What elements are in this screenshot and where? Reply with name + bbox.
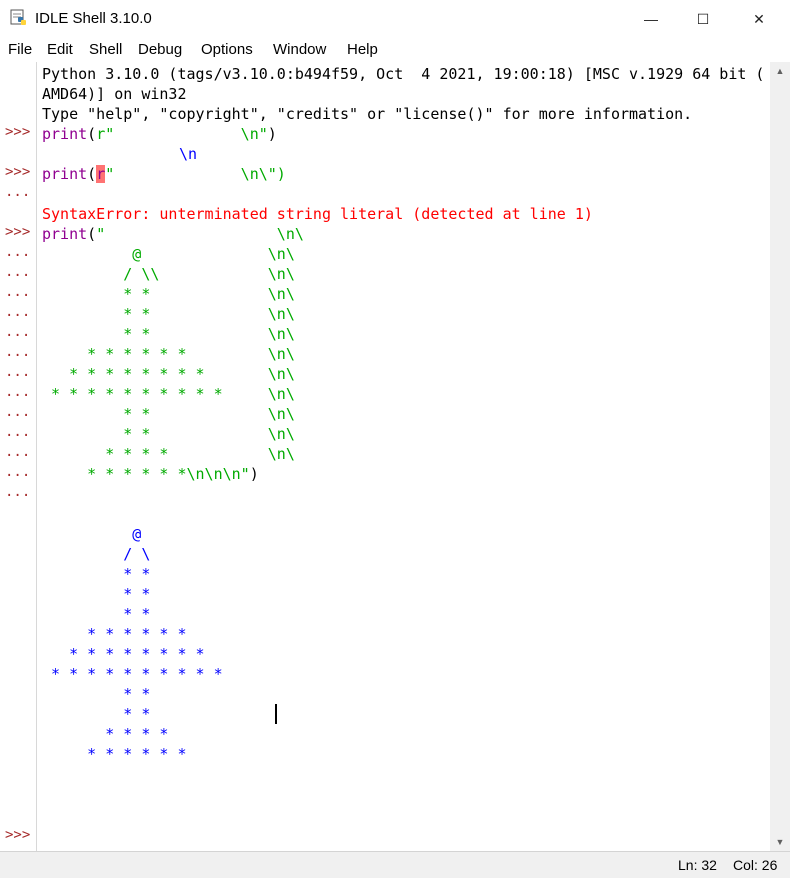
- output-line: * * * * * * * * * *: [42, 665, 223, 683]
- prompt-continuation: ...: [5, 404, 31, 420]
- idle-python-icon: [10, 9, 26, 25]
- prompt-continuation: ...: [5, 264, 31, 280]
- paren: (: [87, 125, 97, 143]
- column-number-status: Col: 26: [733, 857, 778, 873]
- input-line: * * * * * *\n\n\n"): [42, 464, 259, 484]
- prompt-continuation: ...: [5, 384, 31, 400]
- output-line: * *: [42, 565, 151, 583]
- string-literal: @ \n\: [42, 245, 295, 263]
- output-line: * *: [42, 585, 151, 603]
- output-line: \n: [179, 145, 198, 163]
- menu-edit[interactable]: Edit: [47, 41, 73, 58]
- banner-line: AMD64)] on win32: [42, 85, 187, 103]
- output-line: * *: [42, 605, 151, 623]
- output-line: * * * * * * * *: [42, 645, 205, 663]
- string-literal: * * \n\: [42, 285, 295, 303]
- keyword-print: print: [42, 125, 88, 143]
- text-cursor: [275, 704, 277, 724]
- keyword-print: print: [42, 165, 88, 183]
- string-literal: * * * * \n\: [42, 445, 295, 463]
- string-literal: " \n\"): [105, 165, 286, 183]
- prompt-main: >>>: [5, 827, 31, 843]
- paren: (: [87, 225, 97, 243]
- string-literal: " \n\: [96, 225, 304, 243]
- string-literal: * * * * * * * * * * \n\: [42, 385, 295, 403]
- output-line: * *: [42, 685, 151, 703]
- menu-file[interactable]: File: [8, 41, 32, 58]
- input-line: print(r" \n"): [42, 124, 277, 144]
- paren: (: [87, 165, 97, 183]
- prompt-gutter: >>> >>> ... >>> ... ... ... ... ... ... …: [0, 62, 37, 851]
- minimize-button[interactable]: —: [628, 0, 674, 38]
- keyword-print: print: [42, 225, 88, 243]
- syntax-error-message: SyntaxError: unterminated string literal…: [42, 205, 593, 223]
- string-literal: * * * * * * \n\: [42, 345, 295, 363]
- vertical-scrollbar[interactable]: ▲ ▼: [770, 62, 790, 851]
- menu-debug[interactable]: Debug: [138, 41, 182, 58]
- string-literal: * * \n\: [42, 325, 295, 343]
- string-literal: * * * * * * * * \n\: [42, 365, 295, 383]
- shell-text-area[interactable]: Python 3.10.0 (tags/v3.10.0:b494f59, Oct…: [37, 62, 770, 851]
- prompt-continuation: ...: [5, 344, 31, 360]
- prompt-main: >>>: [5, 164, 31, 180]
- output-line: * * * *: [42, 725, 169, 743]
- paren: ): [249, 465, 259, 483]
- error-highlight: r: [96, 165, 106, 183]
- prompt-continuation: ...: [5, 464, 31, 480]
- prompt-continuation: ...: [5, 284, 31, 300]
- string-literal: * * \n\: [42, 425, 295, 443]
- banner-line: Python 3.10.0 (tags/v3.10.0:b494f59, Oct…: [42, 65, 765, 83]
- prompt-continuation: ...: [5, 444, 31, 460]
- status-bar: Ln: 32 Col: 26: [0, 851, 790, 878]
- title-bar: IDLE Shell 3.10.0 — ☐ ✕: [0, 0, 790, 39]
- maximize-button[interactable]: ☐: [680, 0, 726, 38]
- output-line: * *: [42, 705, 151, 723]
- string-literal: / \\ \n\: [42, 265, 295, 283]
- prompt-continuation: ...: [5, 424, 31, 440]
- menu-bar: File Edit Shell Debug Options Window Hel…: [0, 38, 790, 62]
- output-line: * * * * * *: [42, 625, 187, 643]
- paren: ): [267, 125, 277, 143]
- string-literal: r" \n": [96, 125, 268, 143]
- close-button[interactable]: ✕: [736, 0, 782, 38]
- output-line: * * * * * *: [42, 745, 187, 763]
- menu-shell[interactable]: Shell: [89, 41, 122, 58]
- prompt-main: >>>: [5, 224, 31, 240]
- input-line: print(r" \n\"): [42, 164, 286, 184]
- string-literal: * * \n\: [42, 405, 295, 423]
- prompt-continuation: ...: [5, 184, 31, 200]
- output-line: / \: [42, 545, 151, 563]
- output-line: @: [42, 525, 142, 543]
- menu-options[interactable]: Options: [201, 41, 253, 58]
- input-line: print(" \n\: [42, 224, 304, 244]
- banner-line: Type "help", "copyright", "credits" or "…: [42, 105, 693, 123]
- string-literal: * * \n\: [42, 305, 295, 323]
- prompt-continuation: ...: [5, 324, 31, 340]
- prompt-continuation: ...: [5, 244, 31, 260]
- menu-help[interactable]: Help: [347, 41, 378, 58]
- prompt-continuation: ...: [5, 304, 31, 320]
- scroll-down-arrow-icon[interactable]: ▼: [770, 833, 790, 851]
- prompt-main: >>>: [5, 124, 31, 140]
- string-literal: * * * * * *\n\n\n": [42, 465, 250, 483]
- prompt-continuation: ...: [5, 484, 31, 500]
- prompt-continuation: ...: [5, 364, 31, 380]
- scroll-up-arrow-icon[interactable]: ▲: [770, 62, 790, 80]
- line-number-status: Ln: 32: [678, 857, 717, 873]
- menu-window[interactable]: Window: [273, 41, 326, 58]
- window-title: IDLE Shell 3.10.0: [35, 10, 152, 27]
